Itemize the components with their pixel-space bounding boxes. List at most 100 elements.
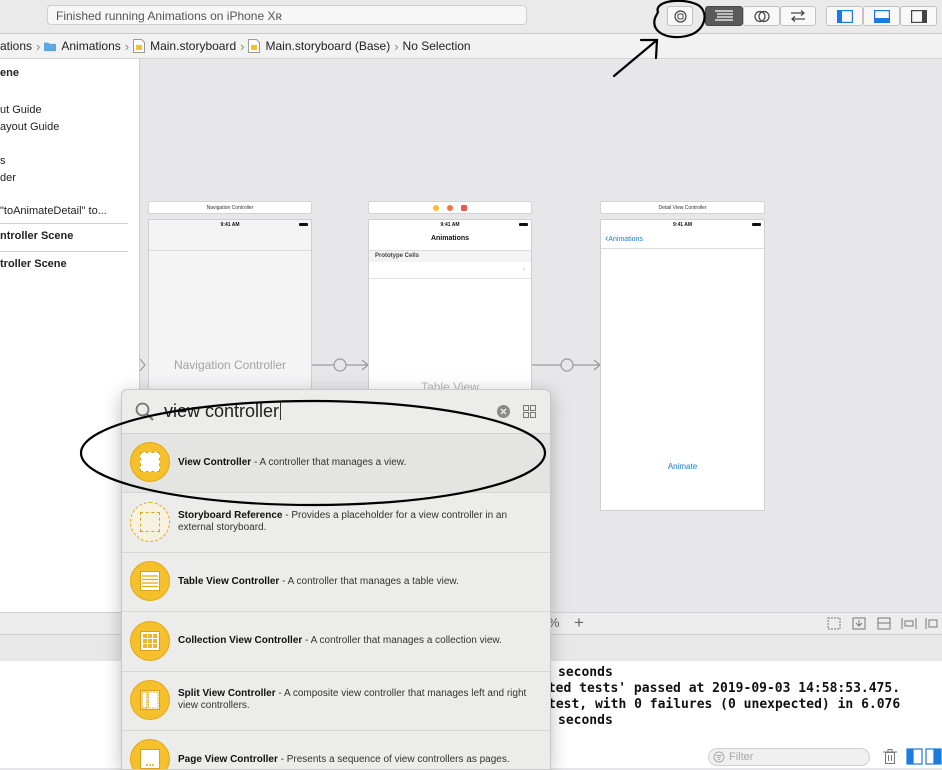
status-time: 9:41 AM bbox=[440, 222, 460, 228]
outline-scene[interactable]: ntroller Scene bbox=[0, 230, 73, 242]
breadcrumb-item-group[interactable]: Animations bbox=[44, 39, 121, 53]
document-outline: ene ut Guide ayout Guide s der "toAnimat… bbox=[0, 59, 140, 612]
search-icon bbox=[135, 402, 154, 421]
console-line: seconds bbox=[558, 713, 613, 728]
battery-icon bbox=[752, 223, 761, 226]
navigation-bar: ‹Animations bbox=[601, 230, 764, 249]
table-view-controller-icon bbox=[130, 561, 170, 601]
view-controller-icon bbox=[130, 442, 170, 482]
disclosure-chevron-icon: › bbox=[522, 264, 525, 273]
battery-icon bbox=[519, 223, 528, 226]
page-view-controller-icon bbox=[130, 739, 170, 769]
library-item-title: Split View Controller bbox=[178, 688, 276, 699]
arrows-swap-icon bbox=[791, 10, 805, 22]
library-item-title: Storyboard Reference bbox=[178, 510, 283, 521]
chevron-right-icon: › bbox=[240, 38, 245, 54]
storyboard-file-icon bbox=[248, 39, 261, 53]
lines-icon bbox=[715, 10, 733, 21]
outline-scene[interactable]: troller Scene bbox=[0, 258, 67, 270]
library-icon bbox=[673, 9, 687, 23]
breadcrumb-item-storyboard[interactable]: Main.storyboard bbox=[133, 39, 236, 53]
outline-item[interactable]: "toAnimateDetail" to... bbox=[0, 205, 107, 217]
console-line: seconds bbox=[558, 665, 613, 680]
outline-item[interactable]: ut Guide bbox=[0, 104, 42, 116]
console-line: test, with 0 failures (0 unexpected) in … bbox=[548, 697, 901, 712]
collection-view-controller-icon bbox=[130, 621, 170, 661]
battery-icon bbox=[299, 223, 308, 226]
divider bbox=[0, 251, 128, 252]
split-view-controller-icon bbox=[130, 680, 170, 720]
storyboard-file-icon bbox=[133, 39, 146, 53]
library-item-storyboard-reference[interactable]: Storyboard Reference - Provides a placeh… bbox=[122, 493, 550, 553]
library-item-title: Page View Controller bbox=[178, 754, 278, 765]
library-search-input[interactable]: view controller bbox=[164, 401, 282, 422]
library-item-table-view-controller[interactable]: Table View Controller - A controller tha… bbox=[122, 553, 550, 612]
window-toolbar: Finished running Animations on iPhone Xʀ bbox=[0, 0, 942, 34]
console-layout-icons[interactable] bbox=[906, 748, 942, 766]
chevron-right-icon: › bbox=[394, 38, 399, 54]
library-item-collection-view-controller[interactable]: Collection View Controller - A controlle… bbox=[122, 612, 550, 672]
outline-item[interactable]: s bbox=[0, 155, 6, 167]
library-item-description: - A controller that manages a table view… bbox=[279, 576, 459, 587]
divider bbox=[0, 223, 128, 224]
breadcrumb: ations › Animations › Main.storyboard › … bbox=[0, 34, 942, 59]
library-item-title: View Controller bbox=[178, 457, 252, 468]
toggle-inspector-button[interactable] bbox=[900, 6, 937, 26]
right-panel-icon bbox=[910, 9, 927, 23]
object-library-popup: view controller View Controller - A cont… bbox=[121, 389, 551, 770]
chevron-right-icon: › bbox=[124, 38, 130, 54]
folder-icon bbox=[44, 42, 57, 52]
library-item-title: Table View Controller bbox=[178, 576, 280, 587]
assistant-editor-button[interactable] bbox=[743, 6, 780, 26]
activity-status: Finished running Animations on iPhone Xʀ bbox=[47, 5, 527, 25]
trash-icon[interactable] bbox=[883, 749, 897, 765]
version-editor-button[interactable] bbox=[780, 6, 816, 26]
outline-item[interactable]: ene bbox=[0, 67, 19, 79]
breadcrumb-item-selection[interactable]: No Selection bbox=[403, 39, 471, 53]
chevron-right-icon: › bbox=[36, 38, 41, 54]
outline-item[interactable]: ayout Guide bbox=[0, 121, 59, 133]
status-time: 9:41 AM bbox=[220, 222, 240, 228]
console-line: cted tests' passed at 2019-09-03 14:58:5… bbox=[540, 681, 901, 696]
breadcrumb-item-storyboard-base[interactable]: Main.storyboard (Base) bbox=[248, 39, 390, 53]
scene-title-bar[interactable] bbox=[368, 201, 532, 214]
detail-view-controller-scene[interactable]: 9:41 AM ‹Animations Animate bbox=[600, 219, 765, 511]
library-item-split-view-controller[interactable]: Split View Controller - A composite view… bbox=[122, 672, 550, 731]
navigation-title: Animations bbox=[369, 230, 531, 251]
toggle-debug-area-button[interactable] bbox=[863, 6, 900, 26]
left-panel-icon bbox=[836, 9, 853, 23]
back-button[interactable]: ‹Animations bbox=[605, 233, 643, 244]
breadcrumb-item-project[interactable]: ations bbox=[0, 39, 32, 53]
view-controller-dot bbox=[433, 205, 439, 211]
storyboard-reference-icon bbox=[130, 502, 170, 542]
prototype-cells-header: Prototype Cells bbox=[369, 251, 531, 262]
exit-dot bbox=[461, 205, 467, 211]
zoom-in-icon[interactable]: + bbox=[574, 613, 584, 633]
library-item-description: - A controller that manages a collection… bbox=[302, 635, 502, 646]
embed-icon[interactable] bbox=[827, 617, 841, 630]
prototype-cell[interactable]: › bbox=[369, 262, 531, 279]
animate-button[interactable]: Animate bbox=[601, 462, 764, 471]
library-item-title: Collection View Controller bbox=[178, 635, 303, 646]
outline-item[interactable]: der bbox=[0, 172, 16, 184]
layout-tools bbox=[827, 617, 938, 630]
interlocking-circles-icon bbox=[753, 10, 770, 22]
status-time: 9:41 AM bbox=[673, 222, 692, 228]
library-item-description: - A controller that manages a view. bbox=[251, 457, 407, 468]
toggle-navigator-button[interactable] bbox=[826, 6, 863, 26]
standard-editor-button[interactable] bbox=[705, 6, 743, 26]
bottom-panel-icon bbox=[873, 9, 890, 23]
library-search-bar: view controller bbox=[122, 390, 550, 434]
library-item-description: - Presents a sequence of view controller… bbox=[277, 754, 510, 765]
clear-search-icon[interactable] bbox=[497, 405, 510, 418]
grid-view-icon[interactable] bbox=[523, 405, 536, 418]
navigation-bar bbox=[149, 230, 311, 251]
first-responder-dot bbox=[447, 205, 453, 211]
library-button[interactable] bbox=[667, 6, 693, 26]
scene-title-bar[interactable]: Detail View Controller bbox=[600, 201, 765, 214]
library-item-page-view-controller[interactable]: Page View Controller - Presents a sequen… bbox=[122, 731, 550, 769]
scene-title-bar[interactable]: Navigation Controller bbox=[148, 201, 312, 214]
console-filter-field[interactable]: Filter bbox=[708, 748, 870, 766]
filter-icon bbox=[713, 751, 725, 763]
library-item-view-controller[interactable]: View Controller - A controller that mana… bbox=[122, 434, 550, 493]
